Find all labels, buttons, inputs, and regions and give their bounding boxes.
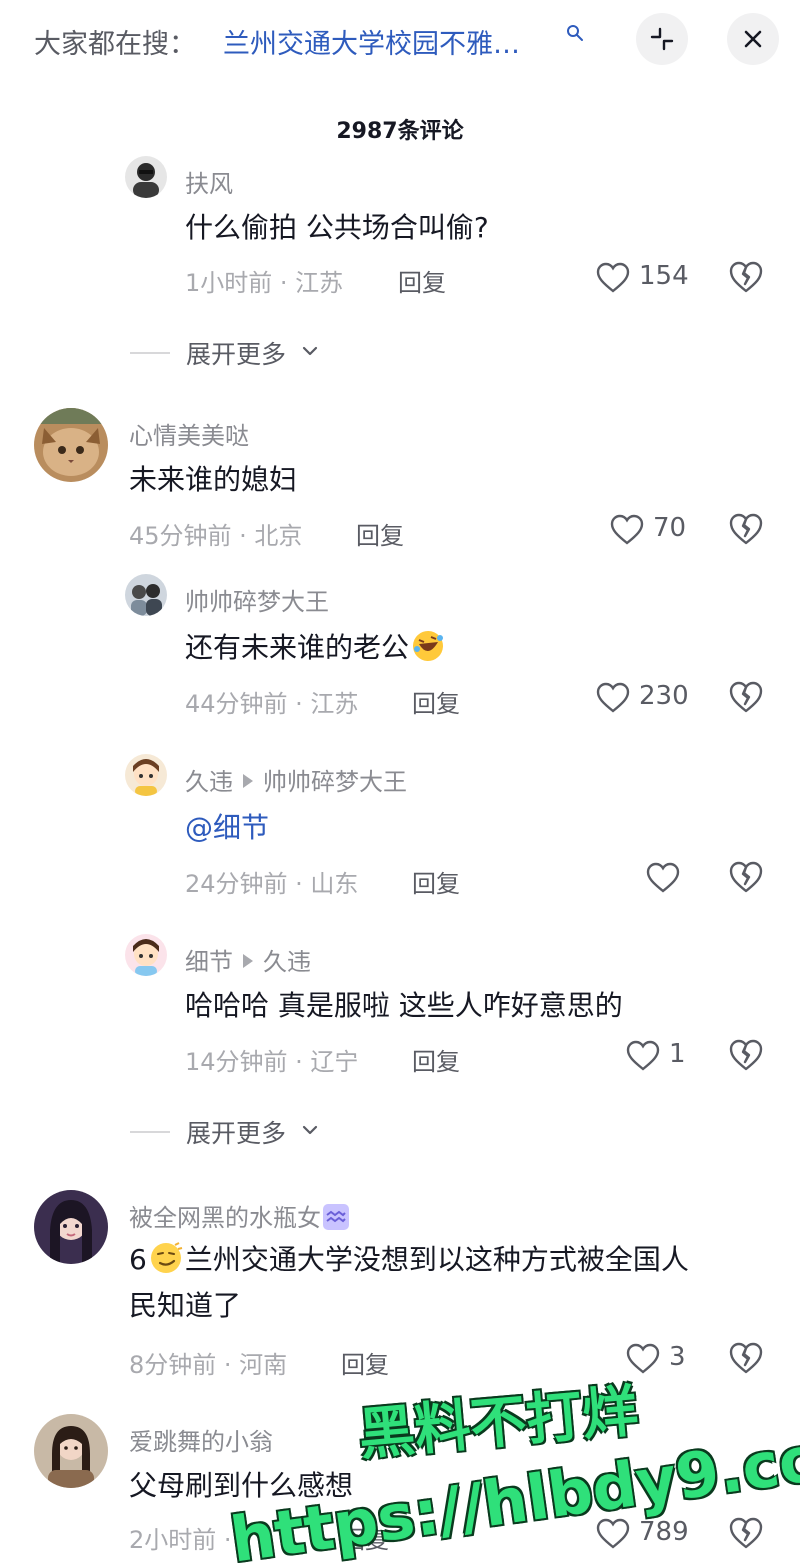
comment-author-row: 细节 久违	[185, 942, 311, 977]
dislike-button[interactable]	[728, 1340, 764, 1376]
comment-author[interactable]: 久违	[185, 768, 233, 796]
comment-time-location: 1小时前 · 江苏	[185, 269, 344, 297]
avatar[interactable]	[125, 156, 167, 198]
comment-text-row: 还有未来谁的老公	[185, 626, 447, 670]
hot-search-query-link[interactable]: 兰州交通大学校园不雅…	[223, 22, 520, 61]
comment-author[interactable]: 心情美美哒	[129, 416, 249, 451]
comment-author-row: 久违 帅帅碎梦大王	[185, 762, 407, 797]
comment-text-row: 6 兰州交通大学没想到以这种方式被全国人	[129, 1238, 769, 1282]
comment-item: 心情美美哒 未来谁的媳妇 45分钟前 · 北京 回复 70	[0, 400, 800, 560]
like-count: 70	[653, 513, 687, 543]
collapse-button[interactable]	[636, 13, 688, 65]
heart-icon	[646, 862, 680, 893]
close-icon	[744, 30, 762, 48]
reply-button[interactable]: 回复	[341, 1345, 389, 1380]
reply-to-arrow-icon	[243, 954, 253, 968]
reply-to-author[interactable]: 久违	[263, 948, 311, 976]
dislike-button[interactable]	[728, 1037, 764, 1073]
comment-text: 未来谁的媳妇	[129, 463, 298, 496]
comment-time-location: 24分钟前 · 山东	[185, 870, 359, 898]
aquarius-icon	[323, 1204, 349, 1230]
rofl-emoji	[413, 631, 444, 661]
divider	[130, 352, 170, 354]
comment-text: 兰州交通大学没想到以这种方式被全国人	[184, 1243, 689, 1276]
like-count: 3	[669, 1342, 686, 1372]
avatar[interactable]	[34, 1190, 108, 1264]
avatar[interactable]	[125, 754, 167, 796]
comment-item: 细节 久违 哈哈哈 真是服啦 这些人咋好意思的 14分钟前 · 辽宁 回复 1	[0, 930, 800, 1090]
reply-button[interactable]: 回复	[412, 864, 460, 899]
comment-time-location: 44分钟前 · 江苏	[185, 690, 359, 718]
reply-button[interactable]: 回复	[412, 684, 460, 719]
heart-icon	[596, 262, 630, 293]
comment-author[interactable]: 细节	[185, 948, 233, 976]
chevron-down-icon	[302, 1125, 318, 1135]
reply-to-author[interactable]: 帅帅碎梦大王	[263, 768, 407, 796]
dislike-button[interactable]	[728, 859, 764, 895]
comment-author-row: 被全网黑的水瓶女	[129, 1198, 349, 1233]
divider	[130, 1131, 170, 1133]
comment-text: 哈哈哈 真是服啦 这些人咋好意思的	[185, 989, 623, 1022]
reply-button[interactable]: 回复	[356, 516, 404, 551]
comment-count: 2987条评论	[336, 119, 464, 144]
avatar[interactable]	[125, 934, 167, 976]
mention-link[interactable]: @细节	[185, 806, 269, 850]
comment-item: 扶风 什么偷拍 公共场合叫偷? 1小时前 · 江苏 回复 154	[0, 150, 800, 300]
comment-item: 被全网黑的水瓶女 6 兰州交通大学没想到以这种方式被全国人 民知道了 8分钟前 ·…	[0, 1180, 800, 1400]
expand-more-label: 展开更多	[186, 1119, 287, 1148]
broken-heart-icon	[729, 861, 763, 893]
comment-time-location: 8分钟前 · 河南	[129, 1351, 288, 1379]
avatar[interactable]	[125, 574, 167, 616]
comment-item: 帅帅碎梦大王 还有未来谁的老公 44分钟前 · 江苏 回复 230	[0, 570, 800, 730]
avatar[interactable]	[34, 408, 108, 482]
reply-button[interactable]: 回复	[412, 1042, 460, 1077]
comment-author[interactable]: 扶风	[185, 164, 233, 199]
comment-time-location: 14分钟前 · 辽宁	[185, 1048, 359, 1076]
like-count: 230	[639, 681, 689, 711]
broken-heart-icon	[729, 681, 763, 713]
expand-more-label: 展开更多	[186, 340, 287, 369]
comment-item: 久违 帅帅碎梦大王 @细节 24分钟前 · 山东 回复	[0, 750, 800, 910]
heart-icon	[610, 514, 644, 545]
comment-text-prefix: 6	[129, 1243, 147, 1276]
broken-heart-icon	[729, 513, 763, 545]
chevron-down-icon	[302, 346, 318, 356]
heart-icon	[596, 682, 630, 713]
like-count: 1	[669, 1039, 686, 1069]
hot-search-prefix: 大家都在搜：	[34, 29, 196, 60]
dislike-button[interactable]	[728, 511, 764, 547]
reply-button[interactable]: 回复	[398, 263, 446, 298]
comment-text: 还有未来谁的老公	[185, 631, 410, 664]
search-icon[interactable]	[566, 24, 584, 42]
comment-author[interactable]: 帅帅碎梦大王	[185, 582, 329, 617]
close-button[interactable]	[727, 13, 779, 65]
dislike-button[interactable]	[728, 259, 764, 295]
comment-time-location: 45分钟前 · 北京	[129, 522, 303, 550]
reply-to-arrow-icon	[243, 774, 253, 788]
broken-heart-icon	[729, 261, 763, 293]
watermark: 黑料不打烊 https://hlbdy9.com	[226, 1378, 800, 1563]
comment-time-location: 2小时前 ·	[129, 1526, 232, 1554]
comment-text: 什么偷拍 公共场合叫偷?	[185, 211, 489, 244]
broken-heart-icon	[729, 1039, 763, 1071]
smirk-emoji	[150, 1242, 183, 1273]
dislike-button[interactable]	[728, 679, 764, 715]
comment-author[interactable]: 被全网黑的水瓶女	[129, 1204, 321, 1232]
broken-heart-icon	[729, 1342, 763, 1374]
hot-search-bar: 大家都在搜： 兰州交通大学校园不雅…	[0, 0, 800, 90]
avatar[interactable]	[34, 1414, 108, 1488]
heart-icon	[626, 1040, 660, 1071]
collapse-arrows-icon	[650, 27, 674, 51]
like-count: 154	[639, 261, 689, 291]
comment-text-continued: 民知道了	[129, 1289, 242, 1322]
